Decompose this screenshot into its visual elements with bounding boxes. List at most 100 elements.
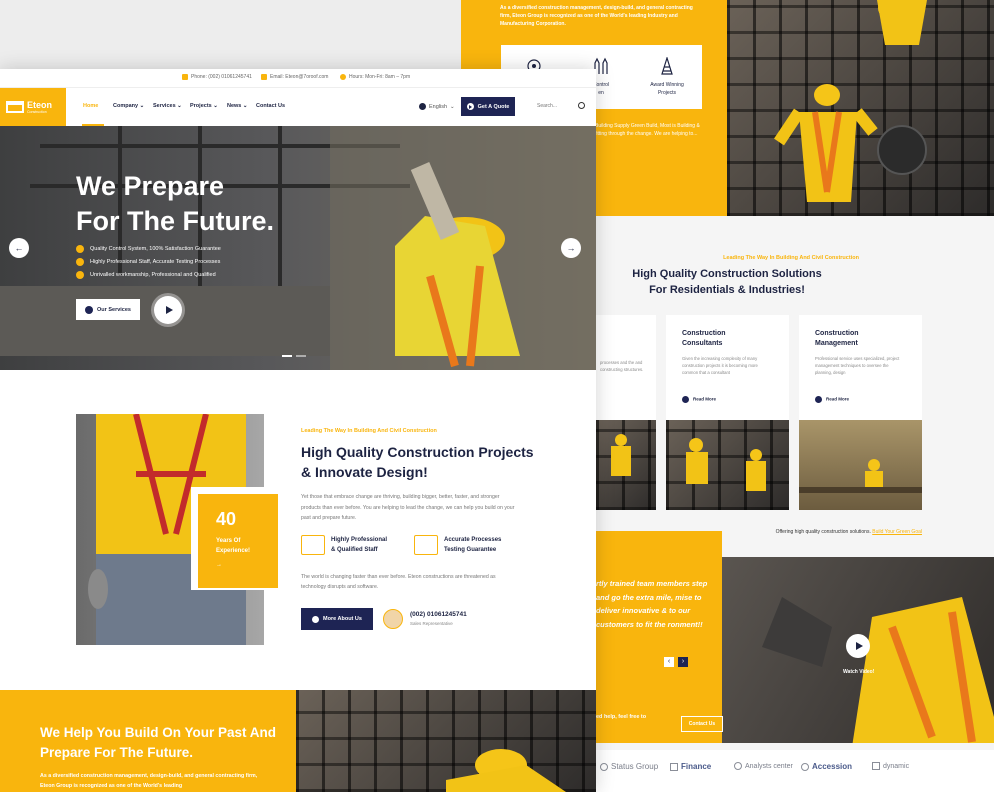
partner-name: Accession [812,762,853,771]
accession-icon [801,762,809,771]
partner-name: dynamic [883,762,910,770]
check-icon [76,245,84,253]
our-services-button[interactable]: Our Services [76,299,140,320]
hero-check-text: Quality Control System, 100% Satisfactio… [90,246,221,252]
hero-check-item: Highly Professional Staff, Accurate Test… [76,258,220,266]
service-card[interactable]: Construction Management Professional ser… [799,315,922,420]
staff-icon [301,535,325,555]
sales-rep-phone[interactable]: (002) 01061245741 [410,611,467,618]
get-quote-label: Get A Quote [477,103,510,110]
years-card: 40 Years Of Experience! → [198,494,278,588]
clock-icon [340,74,346,80]
back-intro-text: As a diversified construction management… [500,5,693,27]
hero-title-line1: We Prepare [76,171,225,201]
partner-name: Finance [681,762,712,771]
years-label: Years Of Experience! [216,538,251,554]
back-eyebrow: Leading The Way In Building And Civil Co… [723,255,859,261]
hero-check-item: Quality Control System, 100% Satisfactio… [76,245,221,253]
read-more-link[interactable]: Read More [815,396,849,403]
testing-icon [414,535,438,555]
video-play-button[interactable] [846,634,870,658]
search-icon[interactable] [578,102,585,109]
more-about-label: More About Us [323,616,362,622]
nav-news[interactable]: News ⌄ [227,103,248,109]
hero-title: We Prepare For The Future. [76,169,274,239]
read-more-link[interactable]: Read More [682,396,716,403]
partner-logo: dynamic [872,762,909,770]
feature-card-label: Award Winning Projects [650,82,684,96]
topbar-email[interactable]: Email: Eteon@7oroof.com [261,74,328,80]
hero-check-item: Unrivalled workmanship, Professional and… [76,271,216,279]
slider-prev-button[interactable]: ‹ [664,657,674,667]
check-icon [76,258,84,266]
slider-next-button[interactable]: › [678,657,688,667]
nav-services-label: Services [153,103,176,109]
sales-rep-avatar [383,609,403,629]
partners-strip [596,750,994,792]
brand-name: Eteon [27,100,53,110]
service-card-desc: processes and the and constructing struc… [600,360,644,372]
more-about-button[interactable]: More About Us [301,608,373,630]
back-section-title: High Quality Construction Solutions For … [596,266,858,298]
service-card[interactable]: processes and the and constructing struc… [596,315,656,420]
phone-icon [182,74,188,80]
offer-line: Offering high quality construction solut… [700,529,922,535]
slider-dot-active[interactable] [282,355,292,357]
brand-tagline: Construction [27,110,47,114]
about-feature-label: Accurate Processes Testing Guarantee [444,537,502,553]
years-arrow-icon[interactable]: → [216,560,260,570]
feature-card[interactable]: Award Winning Projects [632,45,702,109]
analysts-center-icon [734,762,742,770]
back-title-line2: For Residentials & Industries! [649,284,805,296]
chevron-down-icon: ⌄ [450,103,455,110]
hero-check-text: Unrivalled workmanship, Professional and… [90,272,216,278]
search-input[interactable]: Search... [537,103,557,109]
tower-icon [661,57,673,75]
nav-projects[interactable]: Projects ⌄ [190,103,218,109]
chevron-down-icon: ⌄ [242,103,248,109]
partner-logo: Status Group [600,762,658,771]
topbar-hours: Hours: Mon-Fri: 8am – 7pm [340,74,410,80]
service-photo [666,420,789,510]
nav-projects-label: Projects [190,103,212,109]
arrow-circle-icon [85,305,94,314]
nav-company-label: Company [113,103,139,109]
contact-us-button[interactable]: Contact Us [681,716,723,732]
hero-next-arrow[interactable]: → [561,238,581,258]
language-selector[interactable]: English ⌄ [419,103,455,110]
hero-check-text: Highly Professional Staff, Accurate Test… [90,259,221,265]
service-card[interactable]: Construction Consultants Given the incre… [666,315,789,420]
topbar-phone-text: Phone: (002) 01061245741 [191,74,252,80]
back-title-line1: High Quality Construction Solutions [632,268,822,280]
watch-video-label: Watch Video! [843,669,875,675]
bottom-title: We Help You Build On Your Past And Prepa… [40,725,277,760]
arrow-circle-icon [312,615,320,623]
about-eyebrow: Leading The Way In Building And Civil Co… [301,428,437,434]
about-paragraph: Yet those that embrace change are thrivi… [301,494,515,521]
slider-dot[interactable] [296,355,306,357]
site-logo[interactable]: Eteon Construction [0,88,66,126]
nav-company[interactable]: Company ⌄ [113,103,144,109]
topbar-phone: Phone: (002) 01061245741 [182,74,252,80]
service-card-desc: Professional service uses specialized, p… [815,356,900,375]
get-quote-button[interactable]: Get A Quote [461,97,515,116]
partner-logo: Finance [670,762,711,771]
nav-contact[interactable]: Contact Us [256,103,285,109]
about-paragraph-2: The world is changing faster than ever b… [301,574,496,590]
bottom-paragraph: As a diversified construction management… [40,773,258,789]
hero-play-button[interactable] [154,296,182,324]
service-photo [596,420,656,510]
chevron-down-icon: ⌄ [213,103,218,109]
about-feature: Highly Professional & Qualified Staff [301,535,387,555]
sales-rep-role: Sales Representative [410,621,453,626]
logo-mark-icon [6,101,24,113]
cta-text: ed help, feel free to [596,714,647,720]
partner-logo: Accession [801,762,852,771]
nav-home[interactable]: Home [83,103,98,109]
hero-title-line2: For The Future. [76,206,274,236]
mail-icon [261,74,267,80]
chevron-down-icon: ⌄ [139,103,145,109]
nav-services[interactable]: Services ⌄ [153,103,182,109]
hero-prev-arrow[interactable]: ← [9,238,29,258]
offer-link[interactable]: Build Your Green Goal [872,529,922,535]
